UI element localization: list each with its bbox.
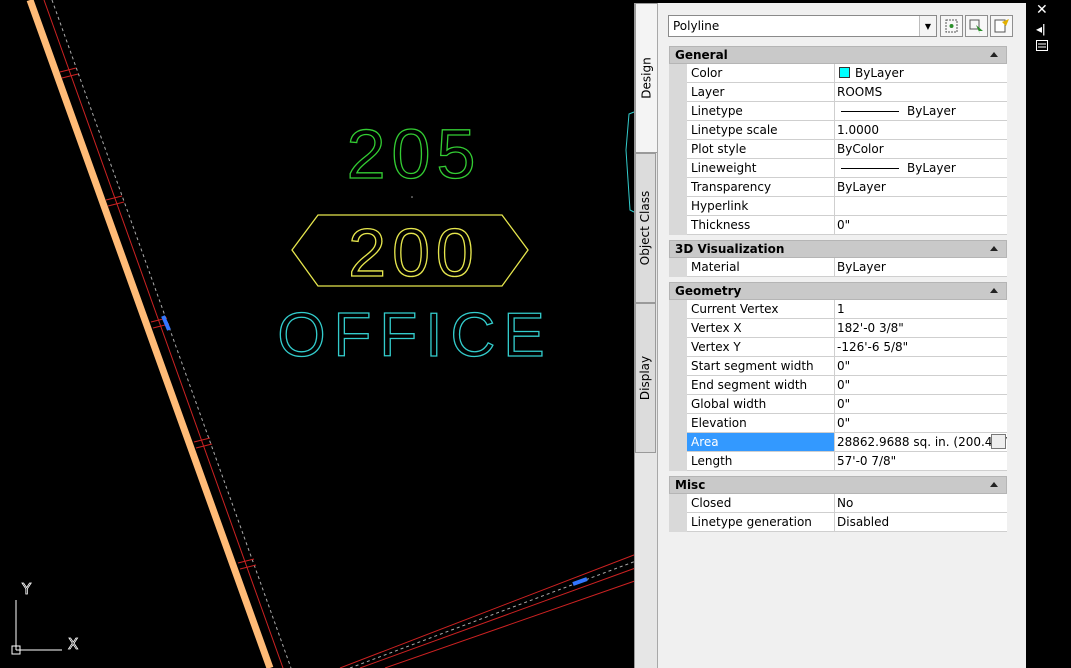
tab-design[interactable]: Design	[635, 3, 657, 153]
collapse-icon[interactable]	[990, 288, 998, 293]
insertion-dot	[411, 196, 413, 198]
grip-marker[interactable]	[161, 315, 171, 331]
chevron-down-icon[interactable]: ▼	[919, 16, 936, 36]
prop-row-global-width[interactable]: Global width 0"	[669, 395, 1007, 414]
prop-row-vertex-y[interactable]: Vertex Y -126'-6 5/8"	[669, 338, 1007, 357]
room-name[interactable]: OFFICE	[277, 300, 552, 370]
linetype-sample-icon	[841, 111, 899, 112]
cyan-fragment[interactable]	[625, 111, 635, 213]
prop-row-linetype-scale[interactable]: Linetype scale 1.0000	[669, 121, 1007, 140]
properties-menu-icon[interactable]	[1036, 40, 1048, 54]
close-icon[interactable]: ✕	[1036, 2, 1048, 18]
wall-line[interactable]	[26, 0, 274, 668]
wall-dashed-line[interactable]	[51, 0, 292, 668]
select-objects-icon[interactable]	[965, 15, 988, 37]
prop-row-plot-style[interactable]: Plot style ByColor	[669, 140, 1007, 159]
toggle-pickadd-icon[interactable]	[990, 15, 1013, 37]
collapse-icon[interactable]	[990, 246, 998, 251]
bottom-wall-line-2[interactable]	[359, 561, 653, 668]
collapse-icon[interactable]	[990, 52, 998, 57]
prop-row-linetype[interactable]: Linetype ByLayer	[669, 102, 1007, 121]
prop-row-elevation[interactable]: Elevation 0"	[669, 414, 1007, 433]
room-tag-number[interactable]: 200	[348, 214, 479, 291]
tab-object-class[interactable]: Object Class	[635, 153, 656, 303]
prop-row-hyperlink[interactable]: Hyperlink	[669, 197, 1007, 216]
prop-row-color[interactable]: Color ByLayer	[669, 64, 1007, 83]
prop-row-end-segment-width[interactable]: End segment width 0"	[669, 376, 1007, 395]
grip-marker-2[interactable]	[572, 577, 588, 586]
section-misc-header[interactable]: Misc	[669, 476, 1007, 494]
palette-title-strip	[1026, 0, 1071, 668]
collapse-icon[interactable]	[990, 482, 998, 487]
object-type-value: Polyline	[673, 19, 720, 33]
prop-row-lineweight[interactable]: Lineweight ByLayer	[669, 159, 1007, 178]
object-type-select[interactable]: Polyline ▼	[668, 15, 937, 37]
section-misc: Misc Closed No Linetype generation Disab…	[669, 476, 1007, 532]
section-general: General Color ByLayer Layer ROOMS Linety…	[669, 46, 1007, 235]
quick-select-icon[interactable]	[940, 15, 963, 37]
prop-row-length[interactable]: Length 57'-0 7/8"	[669, 452, 1007, 471]
prop-row-closed[interactable]: Closed No	[669, 494, 1007, 513]
ucs-x-label: X	[68, 635, 78, 653]
wall-red-line-left[interactable]	[43, 0, 284, 668]
color-swatch-icon	[839, 67, 850, 78]
palette-content: Polyline ▼ General Color ByLayer Layer R…	[657, 3, 1027, 668]
section-3d-visualization-header[interactable]: 3D Visualization	[669, 240, 1007, 258]
section-geometry-header[interactable]: Geometry	[669, 282, 1007, 300]
calculator-icon[interactable]	[991, 434, 1006, 449]
prop-row-thickness[interactable]: Thickness 0"	[669, 216, 1007, 235]
ucs-icon	[11, 600, 62, 655]
section-3d-visualization: 3D Visualization Material ByLayer	[669, 240, 1007, 277]
prop-row-start-segment-width[interactable]: Start segment width 0"	[669, 357, 1007, 376]
auto-hide-icon[interactable]: ◂ǀ	[1036, 22, 1046, 36]
prop-row-transparency[interactable]: Transparency ByLayer	[669, 178, 1007, 197]
ucs-y-label: Y	[21, 580, 32, 598]
section-general-header[interactable]: General	[669, 46, 1007, 64]
tab-display[interactable]: Display	[635, 303, 656, 453]
prop-row-material[interactable]: Material ByLayer	[669, 258, 1007, 277]
prop-row-area[interactable]: Area 28862.9688 sq. in. (200.4373 s	[669, 433, 1007, 452]
bottom-wall-dashed[interactable]	[349, 554, 653, 668]
bottom-wall-line-3[interactable]	[384, 574, 653, 668]
lineweight-sample-icon	[841, 168, 899, 169]
prop-row-linetype-generation[interactable]: Linetype generation Disabled	[669, 513, 1007, 532]
prop-row-layer[interactable]: Layer ROOMS	[669, 83, 1007, 102]
bottom-wall-line-1[interactable]	[339, 547, 653, 668]
prop-row-vertex-x[interactable]: Vertex X 182'-0 3/8"	[669, 319, 1007, 338]
room-number-top[interactable]: 205	[346, 114, 482, 193]
properties-palette: Design Object Class Display Polyline ▼ G…	[634, 3, 1027, 668]
section-geometry: Geometry Current Vertex 1 Vertex X 182'-…	[669, 282, 1007, 471]
prop-row-current-vertex[interactable]: Current Vertex 1	[669, 300, 1007, 319]
